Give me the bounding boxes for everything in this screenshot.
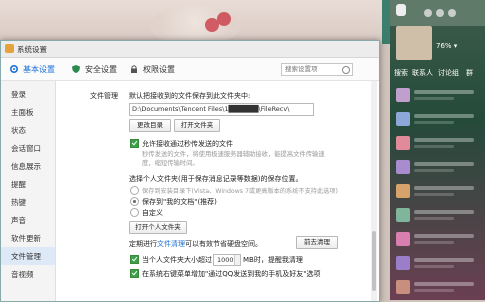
install-dir-label: 保存到安装目录下(Vista、Windows 7或更高版本的系统不支持此选项) — [142, 188, 338, 195]
open-personal-folder-button[interactable]: 打开个人文件夹 — [129, 221, 187, 234]
nav-item-main-panel[interactable]: 主面板 — [1, 103, 55, 121]
window-title: 系统设置 — [17, 45, 47, 54]
size-reminder-label: 当个人文件夹大小超过 — [142, 256, 212, 264]
weather-icon[interactable] — [424, 9, 432, 17]
transit-description: 度，缩短传输时间。 — [142, 160, 199, 167]
custom-radio[interactable] — [130, 208, 139, 217]
sidebar-tab-contacts[interactable]: 联系人 — [412, 68, 433, 78]
settings-nav: 登录 主面板 状态 会话窗口 信息展示 提醒 热键 声音 软件更新 文件管理 音… — [1, 81, 56, 301]
custom-label: 自定义 — [142, 209, 163, 217]
sidebar-tab-groups[interactable]: 群 — [466, 68, 473, 78]
list-item[interactable] — [394, 86, 481, 106]
app-icon[interactable] — [448, 9, 456, 17]
tab-basic-settings[interactable]: 基本设置 — [9, 63, 55, 75]
title-bar: 系统设置 — [1, 41, 379, 58]
nav-item-sound[interactable]: 声音 — [1, 211, 55, 229]
save-path-field[interactable]: D:\Documents\Tencent Files\1██████\FileR… — [129, 103, 314, 116]
tab-label: 权限设置 — [143, 64, 175, 74]
nav-item-login[interactable]: 登录 — [1, 85, 55, 103]
scrollbar-thumb[interactable] — [372, 231, 376, 291]
nav-item-audio-video[interactable]: 音视频 — [1, 265, 55, 283]
list-item[interactable] — [394, 254, 481, 274]
size-reminder-suffix: MB时，提醒我清理 — [243, 256, 303, 264]
search-icon[interactable] — [342, 66, 350, 74]
nav-item-file-management[interactable]: 文件管理 — [1, 247, 55, 265]
list-item[interactable] — [394, 230, 481, 250]
qq-logo-icon — [396, 4, 406, 16]
cleanup-prefix: 定期进行 — [129, 240, 157, 248]
wallpaper-stripe — [382, 0, 390, 44]
search-input[interactable] — [282, 64, 348, 73]
search-box[interactable] — [281, 63, 353, 76]
skin-icon[interactable] — [436, 9, 444, 17]
nav-item-software-update[interactable]: 软件更新 — [1, 229, 55, 247]
avatar[interactable] — [396, 26, 432, 60]
cleanup-suffix: 可以有效节省硬盘空间。 — [185, 240, 262, 248]
my-documents-label: 保存到"我的文档"(推荐) — [142, 198, 217, 206]
sidebar-tab-search[interactable]: 搜索 — [394, 68, 408, 78]
nav-item-chat-window[interactable]: 会话窗口 — [1, 139, 55, 157]
qq-header — [390, 0, 485, 26]
size-limit-value: 1000 — [217, 256, 234, 264]
list-item[interactable] — [394, 182, 481, 202]
size-limit-stepper[interactable]: 1000 — [213, 254, 241, 266]
install-dir-radio[interactable] — [130, 186, 139, 195]
tab-permission-settings[interactable]: 权限设置 — [129, 63, 175, 75]
cleanup-description: 定期进行文件清理可以有效节省硬盘空间。 — [129, 239, 262, 249]
context-menu-checkbox[interactable] — [130, 269, 139, 278]
file-cleanup-link[interactable]: 文件清理 — [157, 240, 185, 248]
my-documents-radio[interactable] — [130, 197, 139, 206]
stepper-arrows-icon[interactable] — [234, 255, 240, 265]
save-folder-description: 默认把接收到的文件保存到此文件夹中: — [129, 92, 251, 100]
list-item[interactable] — [394, 158, 481, 178]
allow-transit-label: 允许接收通过秒传发送的文件 — [142, 140, 233, 148]
personal-folder-description: 选择个人文件夹(用于保存消息记录等数据)的保存位置。 — [129, 175, 303, 183]
list-item[interactable] — [394, 278, 481, 298]
tab-label: 基本设置 — [23, 64, 55, 74]
settings-window: 系统设置 基本设置 安全设置 权限设置 登录 主面板 状态 会话窗口 信息展示 … — [0, 40, 380, 302]
file-management-panel: 文件管理 默认把接收到的文件保存到此文件夹中: D:\Documents\Ten… — [56, 81, 369, 301]
nav-item-info-display[interactable]: 信息展示 — [1, 157, 55, 175]
open-folder-button[interactable]: 打开文件夹 — [174, 119, 220, 132]
shield-icon — [72, 65, 80, 73]
lock-icon — [131, 65, 137, 73]
save-path-value: D:\Documents\Tencent Files\1██████\FileR… — [132, 105, 290, 113]
allow-transit-checkbox[interactable] — [130, 139, 139, 148]
list-item[interactable] — [394, 206, 481, 226]
qq-main-panel: 76% ▾ 搜索 联系人 讨论组 群 — [390, 0, 485, 300]
nav-item-hotkey[interactable]: 热键 — [1, 193, 55, 211]
scrollbar[interactable] — [371, 81, 377, 301]
app-icon — [5, 44, 14, 53]
nav-item-reminder[interactable]: 提醒 — [1, 175, 55, 193]
transit-description: 秒传发送的文件，将使用极速服务器辅助接收，能提高文件传输速 — [142, 151, 325, 158]
list-item[interactable] — [394, 134, 481, 154]
size-reminder-checkbox[interactable] — [130, 255, 139, 264]
cherry-decoration — [205, 18, 219, 32]
sidebar-tabs: 搜索 联系人 讨论组 群 — [390, 66, 485, 80]
go-cleanup-button[interactable]: 前去清理 — [296, 236, 338, 249]
wallpaper — [0, 0, 390, 46]
change-directory-button[interactable]: 更改目录 — [129, 119, 171, 132]
tab-label: 安全设置 — [85, 64, 117, 74]
section-label: 文件管理 — [90, 92, 118, 100]
settings-tabs: 基本设置 安全设置 权限设置 — [1, 58, 379, 81]
context-menu-label: 在系统右键菜单增加"通过QQ发送到我的手机及好友"选项 — [142, 270, 321, 278]
nav-item-status[interactable]: 状态 — [1, 121, 55, 139]
list-item[interactable] — [394, 110, 481, 130]
gear-icon — [9, 64, 19, 74]
status-badge[interactable]: 76% ▾ — [436, 42, 481, 54]
tab-security-settings[interactable]: 安全设置 — [71, 63, 117, 75]
sidebar-tab-discussions[interactable]: 讨论组 — [438, 68, 459, 78]
